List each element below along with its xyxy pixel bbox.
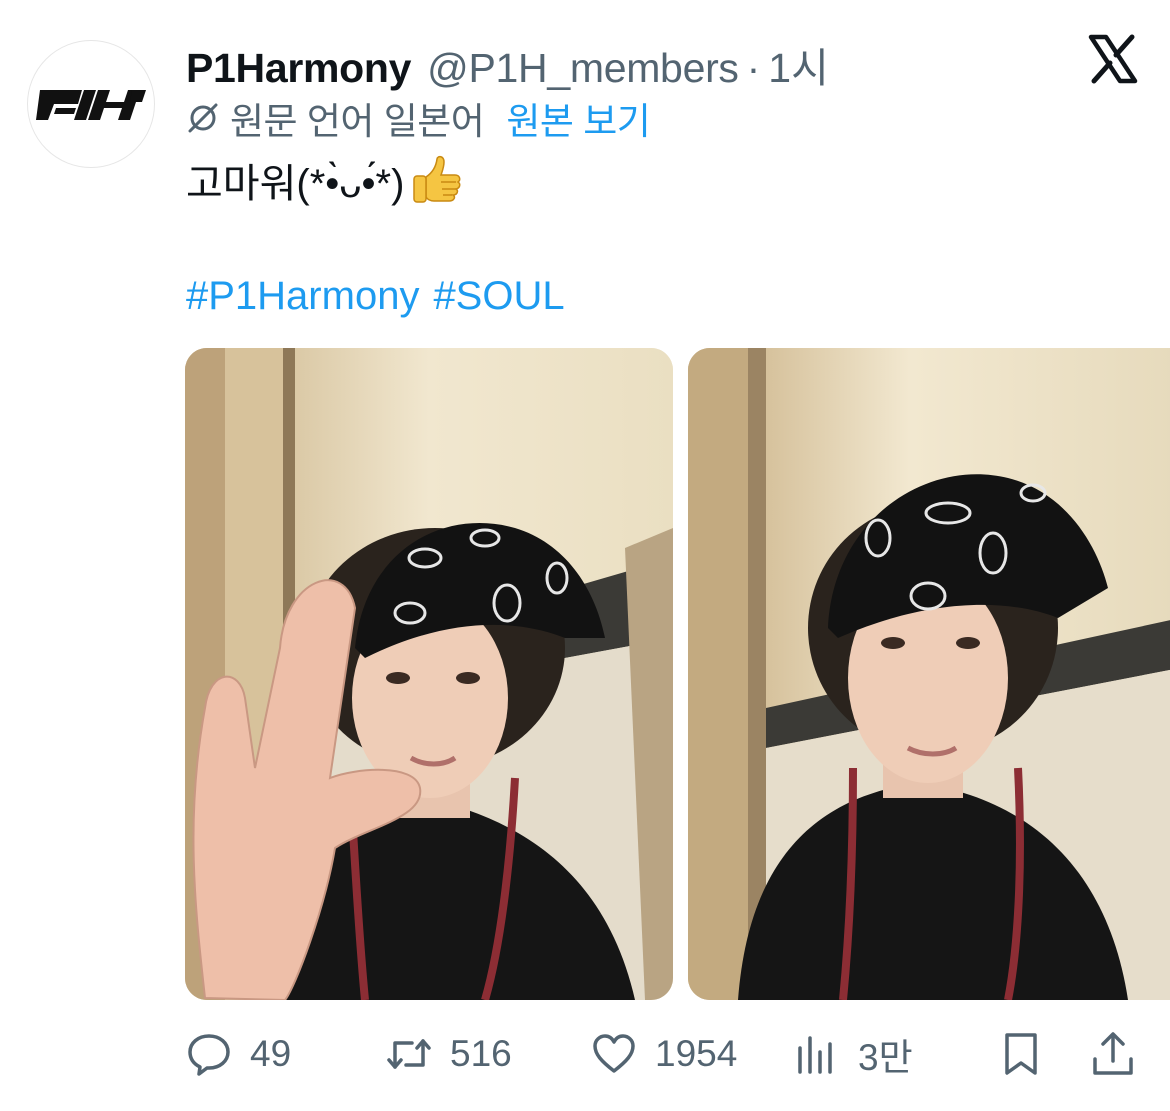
hashtag-soul[interactable]: #SOUL [433,274,564,318]
views-count: 3만 [858,1037,913,1078]
bookmark-button[interactable] [998,1024,1044,1084]
hashtag-list: #P1Harmony #SOUL [186,274,579,319]
retweet-icon [387,1039,431,1069]
globe-off-icon [188,103,218,133]
like-count: 1954 [655,1033,738,1074]
retweet-button[interactable]: 516 [386,1024,512,1084]
tweet-header: P1Harmony @P1H_members · 1시 [186,34,1060,91]
thumbs-up-emoji [413,155,461,203]
views-button[interactable]: 3만 [796,1024,913,1084]
heart-icon [593,1034,635,1073]
author-avatar[interactable] [27,40,155,168]
tweet-photo-2[interactable] [688,348,1170,1000]
hashtag-p1harmony[interactable]: #P1Harmony [186,274,419,318]
retweet-count: 516 [450,1033,512,1074]
x-logo-icon [1088,34,1138,84]
header-separator: · [746,45,761,91]
views-chart-icon [798,1036,832,1074]
p1h-logo-icon [36,90,146,120]
show-original-link[interactable]: 원본 보기 [506,91,650,145]
tweet-text: 고마워(*•̀ᴗ•́*) [186,150,464,210]
translation-note: 원문 언어 일본어 [230,101,485,142]
translation-bar: 원문 언어 일본어 원본 보기 [186,96,651,142]
bookmark-icon [1005,1033,1037,1075]
like-button[interactable]: 1954 [591,1024,737,1084]
share-icon [1093,1032,1133,1075]
tweet-photo-1[interactable] [185,348,673,1000]
reply-button[interactable]: 49 [186,1024,291,1084]
reply-count: 49 [250,1033,292,1074]
tweet-text-body: 고마워(*•̀ᴗ•́*) [186,162,405,206]
tweet-action-bar: 49 516 1954 3만 [186,1024,1146,1084]
author-display-name[interactable]: P1Harmony [186,45,411,92]
share-button[interactable] [1090,1024,1136,1084]
reply-icon [188,1034,230,1076]
author-handle[interactable]: @P1H_members [427,45,739,92]
tweet-timestamp[interactable]: 1시 [768,34,829,94]
